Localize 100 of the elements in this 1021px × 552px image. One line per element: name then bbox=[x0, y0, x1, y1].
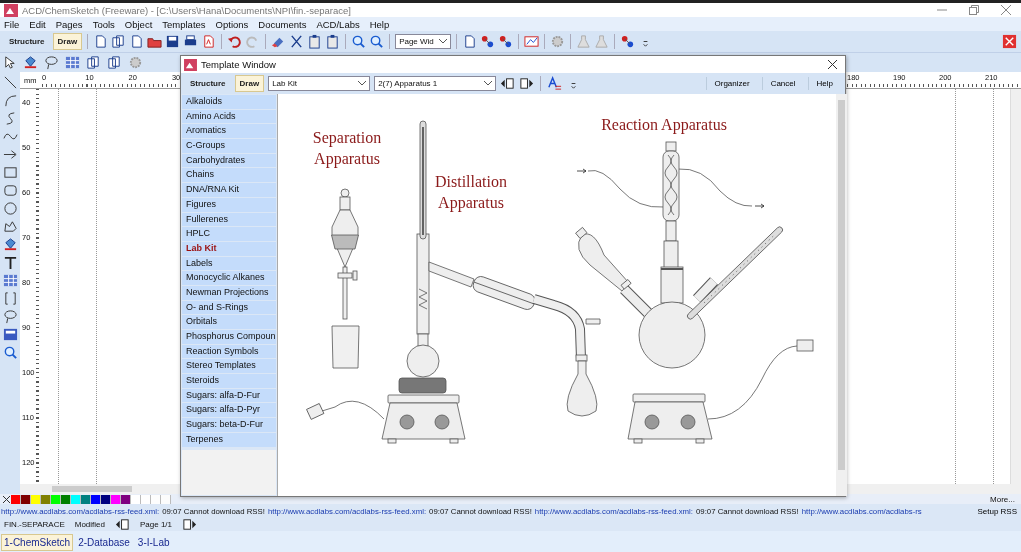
category-item[interactable]: Stereo Templates bbox=[182, 359, 276, 375]
setup-rss-button[interactable]: Setup RSS bbox=[973, 506, 1021, 516]
color-swatch[interactable] bbox=[101, 494, 111, 504]
category-item[interactable]: Aromatics bbox=[182, 124, 276, 140]
mode-tab[interactable]: Structure bbox=[185, 75, 231, 92]
close-icon[interactable] bbox=[828, 60, 837, 69]
page-icon[interactable] bbox=[462, 34, 478, 49]
template-page-dropdown[interactable]: 2(7) Apparatus 1 bbox=[374, 76, 497, 91]
prev-page-icon[interactable] bbox=[500, 76, 516, 91]
bucket-icon[interactable] bbox=[23, 55, 38, 70]
cut-icon[interactable] bbox=[289, 34, 305, 49]
category-item[interactable]: Sugars: beta-D-Fur bbox=[182, 418, 276, 433]
next-page-icon[interactable] bbox=[182, 517, 198, 532]
color-swatch[interactable] bbox=[41, 494, 51, 504]
lasso-icon[interactable] bbox=[44, 55, 59, 70]
color-swatch[interactable] bbox=[61, 494, 71, 504]
menu-item[interactable]: Edit bbox=[29, 18, 46, 30]
clipboard-icon[interactable] bbox=[307, 34, 323, 49]
template-action-button[interactable]: Help bbox=[807, 77, 841, 90]
save-icon[interactable] bbox=[165, 34, 181, 49]
color-swatch[interactable] bbox=[151, 494, 161, 504]
category-dropdown[interactable]: Lab Kit bbox=[268, 76, 371, 91]
molecule-icon[interactable] bbox=[620, 34, 636, 49]
pages-icon[interactable] bbox=[107, 55, 122, 70]
no-color-icon[interactable] bbox=[2, 494, 11, 504]
font-color-icon[interactable] bbox=[547, 76, 563, 91]
molecule-icon[interactable] bbox=[480, 34, 496, 49]
beaker-drawing[interactable] bbox=[331, 325, 359, 369]
color-swatch[interactable] bbox=[81, 494, 91, 504]
category-item[interactable]: C-Groups bbox=[182, 139, 276, 154]
undo-icon[interactable] bbox=[227, 34, 243, 49]
template-action-button[interactable]: Cancel bbox=[761, 77, 804, 90]
rounded-rectangle-icon[interactable] bbox=[2, 183, 18, 198]
menu-item[interactable]: File bbox=[4, 18, 20, 30]
arc-icon[interactable] bbox=[2, 93, 18, 108]
menu-item[interactable]: Object bbox=[124, 18, 153, 30]
category-item[interactable]: HPLC bbox=[182, 227, 276, 242]
vertical-scrollbar[interactable] bbox=[1010, 89, 1021, 484]
category-item[interactable]: Orbitals bbox=[182, 315, 276, 330]
zoom-dropdown[interactable]: Page Wid bbox=[395, 34, 452, 49]
prev-page-icon[interactable] bbox=[115, 517, 130, 532]
page-icon[interactable] bbox=[129, 34, 145, 49]
color-swatch[interactable] bbox=[11, 494, 21, 504]
color-swatch[interactable] bbox=[161, 494, 171, 504]
menu-item[interactable]: Templates bbox=[162, 18, 206, 30]
more-colors-link[interactable]: More... bbox=[990, 494, 1019, 504]
menu-item[interactable]: Pages bbox=[55, 18, 83, 30]
menu-item[interactable]: Help bbox=[369, 18, 390, 30]
pdf-icon[interactable] bbox=[201, 34, 217, 49]
category-item[interactable]: Sugars: alfa-D-Pyr bbox=[182, 403, 276, 419]
color-swatch[interactable] bbox=[71, 494, 81, 504]
color-swatch[interactable] bbox=[121, 494, 131, 504]
text-tool-icon[interactable] bbox=[2, 255, 18, 270]
zoom-out-icon[interactable] bbox=[369, 34, 385, 49]
chart-icon[interactable] bbox=[524, 34, 540, 49]
category-item[interactable]: Alkaloids bbox=[182, 95, 276, 110]
clipboard-icon[interactable] bbox=[325, 34, 341, 49]
vertical-scrollbar[interactable] bbox=[835, 94, 847, 496]
hot-plate-drawing[interactable] bbox=[627, 339, 813, 444]
menu-item[interactable]: ACD/Labs bbox=[316, 18, 360, 30]
pages-icon[interactable] bbox=[111, 34, 127, 49]
category-item[interactable]: Chains bbox=[182, 168, 276, 184]
reaction-apparatus-drawing[interactable] bbox=[574, 141, 784, 369]
next-page-icon[interactable] bbox=[519, 76, 535, 91]
color-swatch[interactable] bbox=[131, 494, 141, 504]
menu-item[interactable]: Tools bbox=[92, 18, 115, 30]
color-swatch[interactable] bbox=[141, 494, 151, 504]
template-action-button[interactable]: Organizer bbox=[705, 77, 758, 90]
color-swatch[interactable] bbox=[111, 494, 121, 504]
app-tab[interactable]: 3-I-Lab bbox=[134, 534, 173, 551]
hot-plate-drawing[interactable] bbox=[305, 394, 465, 444]
mode-tab[interactable]: Draw bbox=[234, 75, 265, 92]
maximize-icon[interactable] bbox=[969, 5, 979, 15]
app-tab[interactable]: 2-Database bbox=[75, 534, 133, 551]
pointer-icon[interactable] bbox=[2, 55, 17, 70]
bucket-icon[interactable] bbox=[2, 237, 18, 252]
zoom-icon[interactable] bbox=[2, 345, 18, 360]
mode-tab[interactable]: Draw bbox=[52, 33, 83, 50]
mode-tab[interactable]: Structure bbox=[4, 33, 50, 50]
category-item[interactable]: Steroids bbox=[182, 374, 276, 389]
lasso-icon[interactable] bbox=[2, 309, 18, 324]
menu-item[interactable]: Documents bbox=[258, 18, 307, 30]
template-icon[interactable] bbox=[2, 327, 18, 342]
zoom-in-icon[interactable] bbox=[351, 34, 367, 49]
category-item[interactable]: Monocyclic Alkanes bbox=[182, 271, 276, 286]
circle-icon[interactable] bbox=[2, 201, 18, 216]
polygon-icon[interactable] bbox=[2, 219, 18, 234]
category-item[interactable]: DNA/RNA Kit bbox=[182, 183, 276, 198]
category-item[interactable]: Phosphorus Compoun bbox=[182, 330, 276, 345]
color-swatch[interactable] bbox=[21, 494, 31, 504]
molecule-icon[interactable] bbox=[498, 34, 514, 49]
table-icon[interactable] bbox=[65, 55, 80, 70]
pages-icon[interactable] bbox=[86, 55, 101, 70]
brackets-icon[interactable] bbox=[2, 291, 18, 306]
line-icon[interactable] bbox=[2, 75, 18, 90]
app-tab[interactable]: 1-ChemSketch bbox=[1, 534, 74, 551]
page-icon[interactable] bbox=[93, 34, 109, 49]
separatory-funnel-drawing[interactable] bbox=[330, 188, 359, 320]
color-swatch[interactable] bbox=[31, 494, 41, 504]
color-swatch[interactable] bbox=[51, 494, 61, 504]
